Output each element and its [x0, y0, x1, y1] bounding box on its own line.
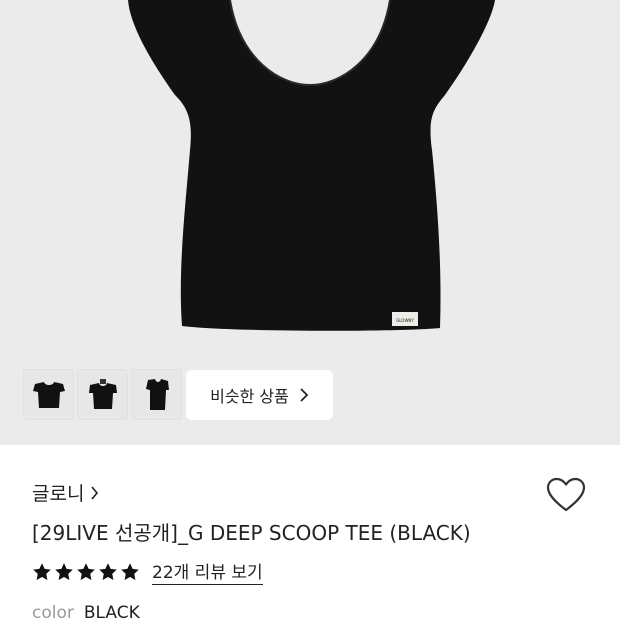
brand-name: 글로니	[32, 483, 85, 505]
star-icon	[55, 562, 73, 580]
rating-stars	[32, 562, 140, 582]
star-icon	[33, 562, 51, 580]
reviews-link[interactable]: 22개 리뷰 보기	[152, 558, 263, 585]
similar-products-label: 비슷한 상품	[210, 387, 289, 406]
brand-link[interactable]: 글로니	[32, 479, 99, 506]
chevron-right-icon	[300, 388, 309, 402]
tee-side-thumbnail-icon	[145, 378, 169, 410]
similar-products-button[interactable]: 비슷한 상품	[186, 370, 333, 420]
garment-label-text: GLOWNY	[396, 318, 414, 323]
tee-thumbnail-icon	[32, 381, 65, 408]
product-title: [29LIVE 선공개]_G DEEP SCOOP TEE (BLACK)	[32, 521, 471, 545]
rating-row: 22개 리뷰 보기	[32, 558, 263, 585]
color-value: BLACK	[83, 603, 140, 623]
thumbnail-2[interactable]	[78, 370, 127, 419]
chevron-right-icon	[91, 485, 99, 500]
tee-model-thumbnail-icon	[88, 378, 117, 409]
star-icon	[99, 562, 117, 580]
star-icon	[77, 562, 95, 580]
color-label: color	[32, 603, 74, 623]
thumbnail-3[interactable]	[132, 370, 181, 419]
product-image-area[interactable]: GLOWNY 비슷한 상품	[0, 0, 620, 445]
thumbnail-1[interactable]	[24, 370, 73, 419]
star-icon	[121, 562, 139, 580]
thumbnail-strip	[24, 370, 181, 419]
heart-icon[interactable]	[546, 477, 586, 513]
color-row: color BLACK	[32, 603, 140, 623]
product-info: 글로니 [29LIVE 선공개]_G DEEP SCOOP TEE (BLACK…	[0, 445, 620, 623]
